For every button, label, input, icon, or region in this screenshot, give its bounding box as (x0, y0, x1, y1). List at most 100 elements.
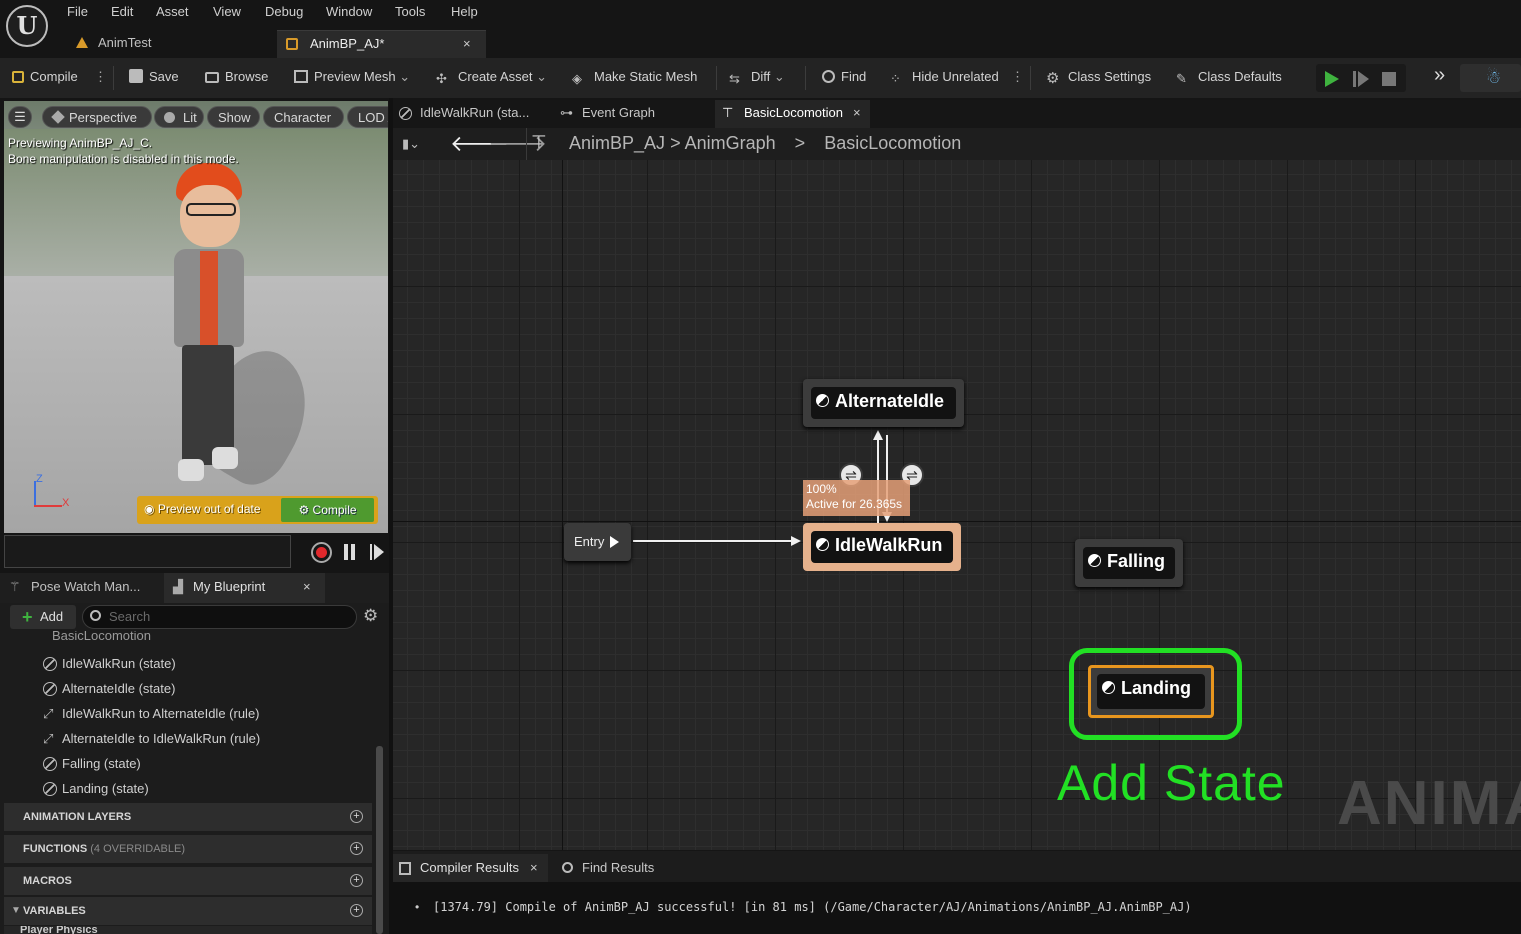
graph-tab-label: BasicLocomotion (744, 105, 843, 120)
category-variables[interactable]: ▼ VARIABLES + (4, 897, 372, 925)
category-label: MACROS (23, 875, 72, 887)
lit-label: Lit (183, 110, 197, 125)
doc-tab-animtest[interactable]: AnimTest (70, 30, 270, 58)
class-defaults-button[interactable]: ✎ Class Defaults (1176, 69, 1282, 86)
stop-icon[interactable] (1382, 72, 1396, 86)
viewport-menu-icon[interactable]: ☰ (8, 106, 32, 128)
menu-window[interactable]: Window (326, 4, 372, 19)
close-icon[interactable]: × (530, 854, 538, 882)
preview-mesh-button[interactable]: Preview Mesh ⌄ (294, 69, 410, 85)
pause-icon[interactable] (351, 544, 355, 560)
close-icon[interactable]: × (853, 100, 861, 126)
preview-viewport[interactable]: ☰ Perspective Lit Show Character LOD A P… (4, 101, 388, 533)
timeline-scrubber[interactable] (4, 535, 291, 568)
step-icon[interactable] (1358, 71, 1369, 87)
left-panel-tabs: ⚚ Pose Watch Man... ▟ My Blueprint × (0, 573, 390, 603)
state-icon (816, 538, 829, 551)
tab-my-blueprint[interactable]: ▟ My Blueprint × (164, 573, 325, 603)
unreal-logo-icon[interactable]: U (6, 5, 48, 47)
add-animation-layer-icon[interactable]: + (350, 810, 363, 823)
compile-button[interactable]: Compile (12, 69, 78, 84)
add-function-icon[interactable]: + (350, 842, 363, 855)
close-icon[interactable]: × (303, 573, 311, 601)
play-icon[interactable] (1325, 71, 1339, 87)
hide-unrelated-button[interactable]: ⁘ Hide Unrelated (890, 69, 999, 86)
perspective-button[interactable]: Perspective (42, 106, 152, 128)
pause-icon[interactable] (344, 544, 348, 560)
graph-tab-idlewalkrun[interactable]: IdleWalkRun (sta... (393, 100, 548, 128)
make-static-mesh-button[interactable]: ◈ Make Static Mesh (572, 69, 697, 86)
character-shoe-left (178, 459, 204, 481)
save-button[interactable]: Save (129, 69, 179, 84)
browse-button[interactable]: Browse (205, 69, 268, 84)
doc-tab-label: AnimBP_AJ* (310, 36, 385, 51)
tree-item-landing-state[interactable]: Landing (state) (43, 781, 149, 796)
tree-item-idlewalkrun-state[interactable]: IdleWalkRun (state) (43, 656, 176, 671)
breadcrumb-root[interactable]: AnimBP_AJ (569, 133, 665, 153)
class-settings-button[interactable]: ⚙ Class Settings (1046, 69, 1151, 86)
toolbar-divider (113, 66, 114, 90)
sub-category-player-physics[interactable]: Player Physics (4, 926, 372, 934)
find-button[interactable]: Find (822, 69, 866, 84)
create-asset-button[interactable]: ✣ Create Asset ⌄ (436, 69, 547, 86)
compile-options-icon[interactable]: ⋮ (94, 69, 107, 85)
add-macro-icon[interactable]: + (350, 874, 363, 887)
tab-compiler-results[interactable]: Compiler Results × (393, 854, 548, 882)
category-animation-layers[interactable]: ANIMATION LAYERS + (4, 803, 372, 831)
state-node-alternate-idle[interactable]: AlternateIdle (803, 379, 964, 427)
tree-parent-basic-locomotion[interactable]: BasicLocomotion (52, 631, 151, 645)
category-functions[interactable]: FUNCTIONS (4 OVERRIDABLE) + (4, 835, 372, 863)
doc-tab-animbp[interactable]: AnimBP_AJ* × (277, 30, 486, 58)
tab-pose-watch[interactable]: ⚚ Pose Watch Man... (0, 573, 162, 603)
character-button[interactable]: Character (263, 106, 344, 128)
category-macros[interactable]: MACROS + (4, 867, 372, 895)
graph-tab-basic-locomotion[interactable]: ⊤ BasicLocomotion × (715, 100, 870, 128)
graph-tab-event-graph[interactable]: ⊶ Event Graph (553, 100, 708, 128)
toolbar-divider (1030, 66, 1031, 90)
more-options-icon[interactable]: ⋮ (1011, 69, 1024, 85)
tree-item-idlewalkrun-to-alternateidle-rule[interactable]: ⤢ IdleWalkRun to AlternateIdle (rule) (43, 706, 260, 722)
tooltip-weight: 100% (806, 482, 837, 496)
settings-gear-icon[interactable]: ⚙ (363, 606, 378, 626)
menu-debug[interactable]: Debug (265, 4, 303, 19)
lit-button[interactable]: Lit (154, 106, 204, 128)
bookmark-icon[interactable]: ▮⌄ (402, 136, 420, 152)
close-icon[interactable]: × (463, 31, 471, 57)
show-button[interactable]: Show (207, 106, 260, 128)
exec-pin-icon[interactable] (610, 536, 619, 548)
menu-view[interactable]: View (213, 4, 241, 19)
breadcrumb-basic-locomotion[interactable]: BasicLocomotion (824, 133, 961, 153)
plus-icon: + (22, 607, 33, 627)
viewport-compile-button[interactable]: ⚙ Compile (281, 498, 374, 522)
scrollbar[interactable] (376, 746, 383, 934)
x-axis-line (34, 505, 62, 507)
menu-tools[interactable]: Tools (395, 4, 425, 19)
state-machine-graph[interactable]: ⇌ ⇌ 100% Active for 26.365s Entry Altern… (393, 160, 1521, 850)
skeleton-mode-button[interactable]: ☃ (1460, 64, 1521, 92)
menu-asset[interactable]: Asset (156, 4, 189, 19)
add-button[interactable]: + Add (10, 605, 76, 629)
step-forward-icon[interactable] (374, 544, 384, 560)
menu-help[interactable]: Help (451, 4, 478, 19)
lod-button[interactable]: LOD A (347, 106, 388, 128)
add-variable-icon[interactable]: + (350, 904, 363, 917)
axis-z-label: Z (36, 473, 43, 485)
breadcrumb-animgraph[interactable]: AnimGraph (685, 133, 776, 153)
tab-find-results[interactable]: Find Results (553, 854, 673, 882)
state-node-landing[interactable]: Landing (1088, 665, 1214, 718)
diff-button[interactable]: ⇆ Diff ⌄ (729, 69, 785, 86)
tree-item-falling-state[interactable]: Falling (state) (43, 756, 141, 771)
tree-item-alternateidle-state[interactable]: AlternateIdle (state) (43, 681, 175, 696)
menu-file[interactable]: File (67, 4, 88, 19)
search-input[interactable]: Search (82, 605, 357, 629)
menu-edit[interactable]: Edit (111, 4, 133, 19)
state-icon (1102, 681, 1115, 694)
entry-node[interactable]: Entry (564, 523, 631, 561)
tree-item-alternateidle-to-idlewalkrun-rule[interactable]: ⤢ AlternateIdle to IdleWalkRun (rule) (43, 731, 260, 747)
state-node-falling[interactable]: Falling (1075, 539, 1183, 587)
state-node-idle-walk-run[interactable]: IdleWalkRun (803, 523, 961, 571)
expand-toolbar-icon[interactable]: » (1434, 64, 1445, 87)
add-label: Add (40, 609, 64, 624)
record-button[interactable] (311, 542, 332, 563)
toolbar: Compile ⋮ Save Browse Preview Mesh ⌄ ✣ Cr… (0, 58, 1521, 98)
